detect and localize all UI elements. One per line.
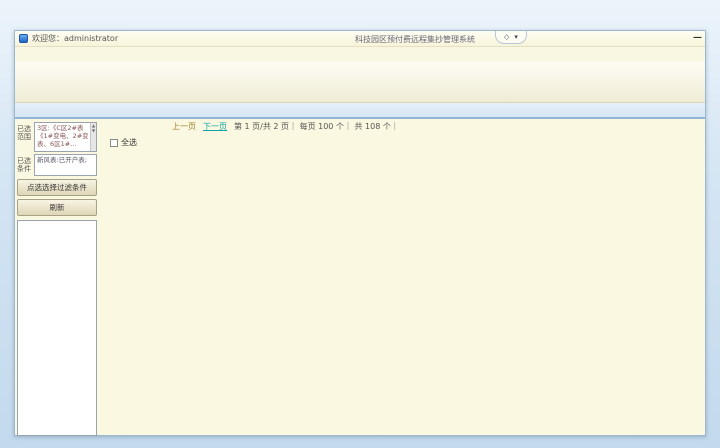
document-tabs bbox=[15, 103, 705, 119]
app-icon bbox=[19, 34, 28, 43]
building-tree bbox=[17, 220, 97, 436]
batch-action-bar: 全选 bbox=[100, 133, 703, 152]
minimize-button[interactable]: — bbox=[693, 33, 702, 43]
pagination-bar: 上一页 下一页 第 1 页/共 2 页｜ 每页 100 个｜ 共 108 个｜ bbox=[100, 119, 703, 133]
select-all-checkbox[interactable] bbox=[110, 139, 118, 147]
scrollbar[interactable]: ▲ ▼ bbox=[90, 123, 96, 151]
main-menu bbox=[15, 47, 705, 62]
refresh-button[interactable]: 刷新 bbox=[17, 199, 97, 216]
app-window: 欢迎您：administrator 科技园区预付费远程集抄管理系统 ◇ ▾ — … bbox=[14, 30, 706, 436]
prev-page-link[interactable]: 上一页 bbox=[172, 121, 196, 132]
page-info: 第 1 页/共 2 页｜ 每页 100 个｜ 共 108 个｜ bbox=[234, 121, 399, 132]
desktop-background: 欢迎您：administrator 科技园区预付费远程集抄管理系统 ◇ ▾ — … bbox=[0, 0, 720, 448]
welcome-text: 欢迎您：administrator bbox=[32, 33, 118, 44]
chevron-down-icon[interactable]: ▾ bbox=[514, 33, 518, 41]
next-page-link[interactable]: 下一页 bbox=[203, 121, 227, 132]
select-all[interactable]: 全选 bbox=[110, 137, 137, 148]
selected-range-box[interactable]: 3区:《C区2#表《1#变电、2#变表、6区1#… ▲ ▼ bbox=[34, 122, 97, 152]
filter-sidebar: 已选范围 3区:《C区2#表《1#变电、2#变表、6区1#… ▲ ▼ 已选条件 … bbox=[15, 119, 99, 436]
selected-range-label: 已选范围 bbox=[17, 122, 32, 152]
main-panel: 上一页 下一页 第 1 页/共 2 页｜ 每页 100 个｜ 共 108 个｜ … bbox=[99, 119, 705, 436]
pick-filter-button[interactable]: 点选选择过滤条件 bbox=[17, 179, 97, 196]
ribbon-toggle[interactable]: ◇ ▾ bbox=[495, 31, 527, 44]
ribbon-toolbar bbox=[15, 62, 705, 103]
content-area: 已选范围 3区:《C区2#表《1#变电、2#变表、6区1#… ▲ ▼ 已选条件 … bbox=[15, 119, 705, 436]
selected-condition-box[interactable]: 新风表:已开户表; bbox=[34, 154, 97, 176]
title-bar: 欢迎您：administrator 科技园区预付费远程集抄管理系统 ◇ ▾ — bbox=[15, 31, 705, 47]
window-title: 科技园区预付费远程集抄管理系统 bbox=[355, 34, 475, 45]
pin-icon[interactable]: ◇ bbox=[504, 33, 509, 41]
selected-condition-label: 已选条件 bbox=[17, 154, 32, 176]
